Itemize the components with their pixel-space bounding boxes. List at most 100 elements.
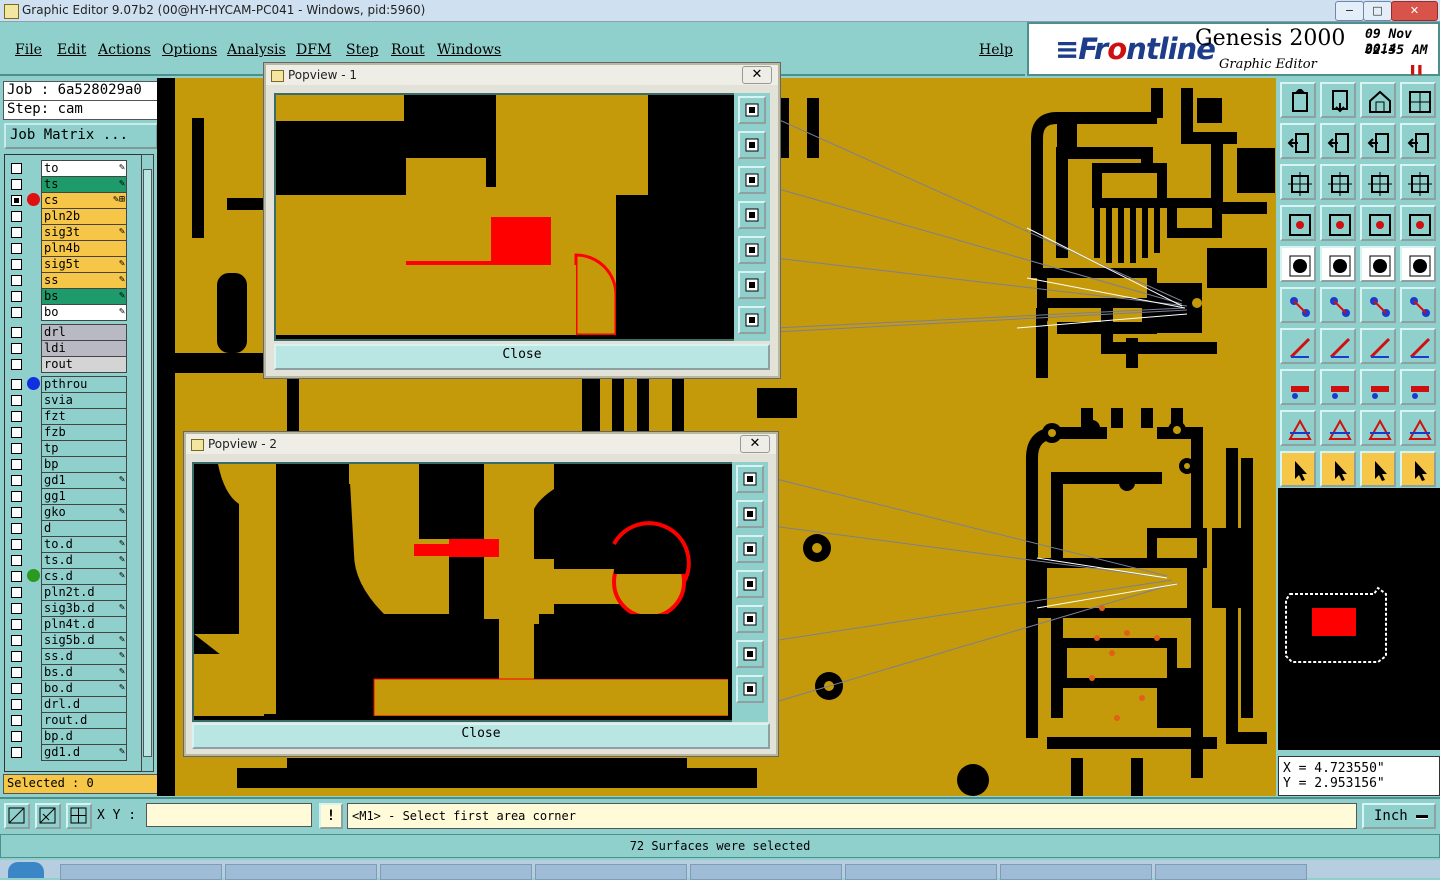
layer-row-gd1[interactable]: gd1 ✎ — [5, 472, 142, 489]
layer-row-sig5t[interactable]: sig5t ✎ — [5, 256, 142, 273]
layer-checkbox[interactable] — [11, 427, 22, 438]
cut-line-icon[interactable] — [1320, 369, 1356, 405]
layer-row-to[interactable]: to ✎ — [5, 160, 142, 177]
select-region-icon[interactable] — [1360, 369, 1396, 405]
layer-name[interactable]: gg1 — [41, 488, 127, 505]
layer-name[interactable]: sig5t ✎ — [41, 256, 127, 273]
zoom-selection-icon[interactable] — [1320, 82, 1356, 118]
pointer-box-icon[interactable] — [1320, 451, 1356, 487]
add-line-icon[interactable] — [1280, 328, 1316, 364]
layer-checkbox[interactable] — [11, 491, 22, 502]
layer-row-gd1.d[interactable]: gd1.d ✎ — [5, 744, 142, 761]
pan-left-icon[interactable] — [1280, 123, 1316, 159]
layer-checkbox[interactable] — [11, 747, 22, 758]
layer-name[interactable]: drl — [41, 324, 127, 341]
popview-zoom-home-icon[interactable] — [736, 640, 764, 668]
layer-checkbox[interactable] — [11, 475, 22, 486]
popview-zoom-out-icon[interactable] — [736, 535, 764, 563]
menu-actions[interactable]: Actions — [98, 42, 151, 58]
layer-row-bp[interactable]: bp — [5, 456, 142, 473]
move-pad-icon[interactable] — [1360, 287, 1396, 323]
job-matrix-button[interactable]: Job Matrix ... — [4, 123, 158, 149]
layer-checkbox[interactable] — [11, 555, 22, 566]
layer-name[interactable]: gko ✎ — [41, 504, 127, 521]
layer-compare-icon[interactable] — [1360, 205, 1396, 241]
measure-ruler-icon[interactable] — [1360, 246, 1396, 282]
delete-node-icon[interactable] — [1320, 287, 1356, 323]
layer-row-bo.d[interactable]: bo.d ✎ — [5, 680, 142, 697]
menu-step[interactable]: Step — [346, 42, 378, 58]
layer-name[interactable]: to ✎ — [41, 160, 127, 177]
polygon-edit-icon[interactable] — [1320, 410, 1356, 446]
layer-name[interactable]: bp.d — [41, 728, 127, 745]
snap-icon[interactable] — [1280, 205, 1316, 241]
popview-zoom-home-icon[interactable] — [738, 271, 766, 299]
layer-stack-icon[interactable] — [1400, 205, 1436, 241]
layer-name[interactable]: ts.d ✎ — [41, 552, 127, 569]
layer-row-svia[interactable]: svia — [5, 392, 142, 409]
layer-row-tp[interactable]: tp — [5, 440, 142, 457]
connect-nodes-icon[interactable] — [1280, 287, 1316, 323]
layer-name[interactable]: bo.d ✎ — [41, 680, 127, 697]
layer-row-pln4b[interactable]: pln4b — [5, 240, 142, 257]
popview-2-close-icon[interactable]: ✕ — [740, 435, 770, 453]
layer-row-cs.d[interactable]: cs.d ✎ — [5, 568, 142, 585]
zoom-home-icon[interactable] — [1280, 82, 1316, 118]
layer-row-cs[interactable]: cs ✎⊞ — [5, 192, 142, 209]
layer-row-pln2b[interactable]: pln2b — [5, 208, 142, 225]
popview-pan-left-icon[interactable] — [736, 570, 764, 598]
menu-windows[interactable]: Windows — [437, 42, 501, 58]
layer-checkbox[interactable] — [11, 291, 22, 302]
popview-center-icon[interactable] — [738, 306, 766, 334]
layer-name[interactable]: fzt — [41, 408, 127, 425]
measure-icon[interactable] — [35, 803, 61, 829]
layer-row-rout[interactable]: rout — [5, 356, 142, 373]
popview-2-titlebar[interactable]: Popview - 2 ✕ — [186, 434, 776, 454]
scrollbar-thumb[interactable] — [143, 169, 152, 757]
layer-row-bs.d[interactable]: bs.d ✎ — [5, 664, 142, 681]
zoom-back-icon[interactable] — [1360, 82, 1396, 118]
layer-checkbox[interactable] — [11, 731, 22, 742]
layer-name[interactable]: bp — [41, 456, 127, 473]
popview-zoom-in-icon[interactable] — [738, 131, 766, 159]
layer-row-drl.d[interactable]: drl.d — [5, 696, 142, 713]
layer-name[interactable]: bs.d ✎ — [41, 664, 127, 681]
zoom-area-icon[interactable] — [4, 803, 30, 829]
layer-checkbox[interactable] — [11, 227, 22, 238]
layer-row-to.d[interactable]: to.d ✎ — [5, 536, 142, 553]
layer-checkbox[interactable] — [11, 327, 22, 338]
layer-row-sig5b.d[interactable]: sig5b.d ✎ — [5, 632, 142, 649]
popview-center-icon[interactable] — [736, 675, 764, 703]
layer-row-gko[interactable]: gko ✎ — [5, 504, 142, 521]
layer-checkbox[interactable] — [11, 651, 22, 662]
layer-checkbox[interactable] — [11, 635, 22, 646]
swap-icon[interactable] — [1400, 123, 1436, 159]
layer-checkbox[interactable] — [11, 683, 22, 694]
grid-snap-icon[interactable] — [66, 803, 92, 829]
popview-1-canvas[interactable] — [274, 93, 736, 341]
layer-row-d[interactable]: d — [5, 520, 142, 537]
layer-name[interactable]: bs ✎ — [41, 288, 127, 305]
layer-name[interactable]: pln2t.d — [41, 584, 127, 601]
layer-row-drl[interactable]: drl — [5, 324, 142, 341]
layer-name[interactable]: sig3b.d ✎ — [41, 600, 127, 617]
window-icon[interactable] — [1400, 82, 1436, 118]
layer-name[interactable]: sig5b.d ✎ — [41, 632, 127, 649]
layer-name[interactable]: to.d ✎ — [41, 536, 127, 553]
layer-checkbox[interactable] — [11, 539, 22, 550]
layer-name[interactable]: pln2b — [41, 208, 127, 225]
popview-1-close-button[interactable]: Close — [274, 344, 770, 370]
layer-name[interactable]: gd1.d ✎ — [41, 744, 127, 761]
layer-row-ts[interactable]: ts ✎ — [5, 176, 142, 193]
units-dropdown[interactable]: Inch — [1362, 803, 1436, 829]
layer-checkbox[interactable] — [11, 443, 22, 454]
layer-checkbox[interactable] — [11, 211, 22, 222]
layer-name[interactable]: tp — [41, 440, 127, 457]
popview-2-close-button[interactable]: Close — [192, 723, 770, 749]
layer-checkbox[interactable] — [11, 619, 22, 630]
layer-name[interactable]: rout — [41, 356, 127, 373]
add-arc-icon[interactable] — [1320, 328, 1356, 364]
layer-name[interactable]: pln4b — [41, 240, 127, 257]
minimize-button[interactable]: − — [1335, 1, 1364, 21]
split-icon[interactable] — [1400, 328, 1436, 364]
